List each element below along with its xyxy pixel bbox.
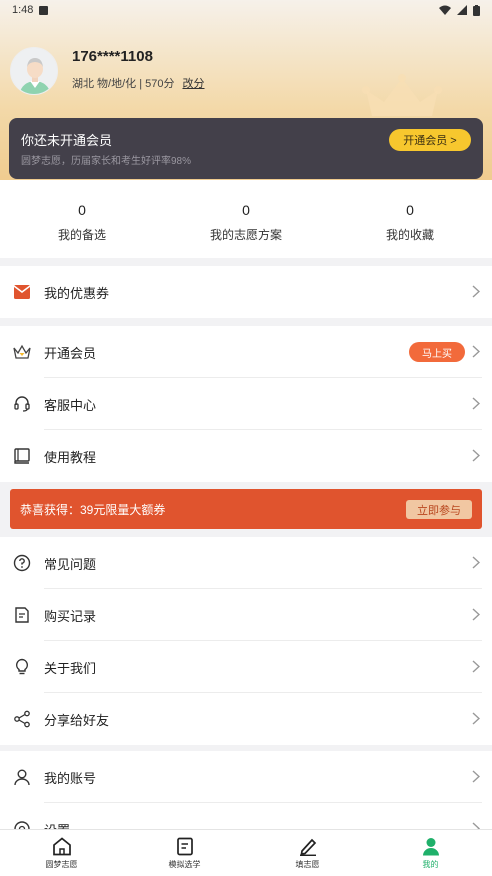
chevron-right-icon [472,285,480,298]
chevron-right-icon [472,770,480,783]
menu-label: 我的账号 [44,770,97,786]
chevron-right-icon [472,345,480,358]
stat-label: 我的志愿方案 [209,228,282,242]
menu-item-coupon[interactable]: 我的优惠券 [0,266,492,318]
tab-label: 模拟选学 [168,860,201,869]
signal-icon [457,5,467,15]
menu-item-faq[interactable]: 常见问题 [0,537,492,589]
stat-label: 我的备选 [57,228,106,242]
menu-label: 购买记录 [44,608,97,624]
headset-icon [12,394,32,414]
stat-value: 0 [78,202,86,218]
menu-item-purchase[interactable]: 购买记录 [0,589,492,641]
stat-plans[interactable]: 0 我的志愿方案 [164,180,328,258]
tab-home[interactable]: 圆梦志愿 [0,830,123,876]
menu-label: 设置 [44,820,70,830]
menu-label: 我的优惠券 [44,285,110,301]
question-circle-icon [12,553,32,573]
stat-label: 我的收藏 [385,228,434,242]
stats-bar: 0 我的备选 0 我的志愿方案 0 我的收藏 [0,180,492,258]
document-icon [176,837,193,856]
edit-score-link[interactable]: 改分 [183,75,205,91]
vip-subtitle: 圆梦志愿，历届家长和考生好评率98% [21,156,192,167]
person-icon [422,838,439,856]
tab-simulate[interactable]: 模拟选学 [123,830,246,876]
vip-title: 你还未开通会员 [21,133,113,148]
buy-now-badge[interactable]: 马上买 [409,342,465,362]
promo-banner[interactable]: 恭喜获得：39元限量大额券 立即参与 [10,489,482,529]
menu-label: 关于我们 [44,660,97,676]
status-time: 1:48 [12,4,34,16]
promo-text: 恭喜获得：39元限量大额券 [20,503,166,517]
menu-group-help: 常见问题 购买记录 关于我们 分享给好友 [0,537,492,745]
share-icon [12,709,32,729]
lightbulb-icon [12,657,32,677]
bottom-tab-bar: 圆梦志愿 模拟选学 填志愿 我的 [0,829,492,876]
chevron-right-icon [472,822,480,829]
menu-group-coupon: 我的优惠券 [0,266,492,318]
pencil-icon [299,838,316,856]
crown-icon [362,74,442,116]
book-icon [12,446,32,466]
tab-mine[interactable]: 我的 [369,830,492,876]
coupon-icon [12,282,32,302]
user-phone: 176****1108 [72,48,153,65]
menu-item-settings[interactable]: 设置 [0,803,492,829]
stat-value: 0 [242,202,250,218]
avatar-icon [11,48,57,94]
menu-label: 开通会员 [44,345,97,361]
stat-collection[interactable]: 0 我的收藏 [328,180,492,258]
chevron-right-icon [472,449,480,462]
tab-fill[interactable]: 填志愿 [246,830,369,876]
stat-favorites[interactable]: 0 我的备选 [0,180,164,258]
user-icon [12,767,32,787]
avatar[interactable] [10,47,58,95]
menu-group-vip: 开通会员 马上买 客服中心 使用教程 [0,326,492,482]
tab-label: 我的 [422,860,439,869]
home-icon [52,837,71,856]
menu-label: 客服中心 [44,397,97,413]
notification-icon [39,5,49,15]
chevron-right-icon [472,608,480,621]
menu-group-account: 我的账号 设置 [0,751,492,829]
chevron-right-icon [472,712,480,725]
battery-icon [473,4,480,16]
open-vip-button[interactable]: 开通会员 > [389,129,471,151]
menu-item-account[interactable]: 我的账号 [0,751,492,803]
stat-value: 0 [406,202,414,218]
chevron-right-icon [472,556,480,569]
join-now-button[interactable]: 立即参与 [406,500,472,519]
menu-item-service[interactable]: 客服中心 [0,378,492,430]
menu-label: 分享给好友 [44,712,110,728]
menu-item-open-vip[interactable]: 开通会员 马上买 [0,326,492,378]
vip-crown-icon [12,342,32,362]
vip-card: 你还未开通会员 圆梦志愿，历届家长和考生好评率98% 开通会员 > [9,118,483,179]
tab-label: 填志愿 [295,860,320,869]
menu-label: 使用教程 [44,449,97,465]
user-info: 湖北 物/地/化 | 570分 改分 [72,75,205,91]
menu-item-tutorial[interactable]: 使用教程 [0,430,492,482]
receipt-icon [12,605,32,625]
chevron-right-icon [472,397,480,410]
menu-item-share[interactable]: 分享给好友 [0,693,492,745]
status-bar: 1:48 [0,0,492,20]
menu-item-about[interactable]: 关于我们 [0,641,492,693]
chevron-right-icon [472,660,480,673]
tab-label: 圆梦志愿 [45,860,78,869]
wifi-icon [439,5,451,15]
menu-label: 常见问题 [44,556,97,572]
settings-icon [12,819,32,829]
user-score-info: 湖北 物/地/化 | 570分 [72,78,175,90]
